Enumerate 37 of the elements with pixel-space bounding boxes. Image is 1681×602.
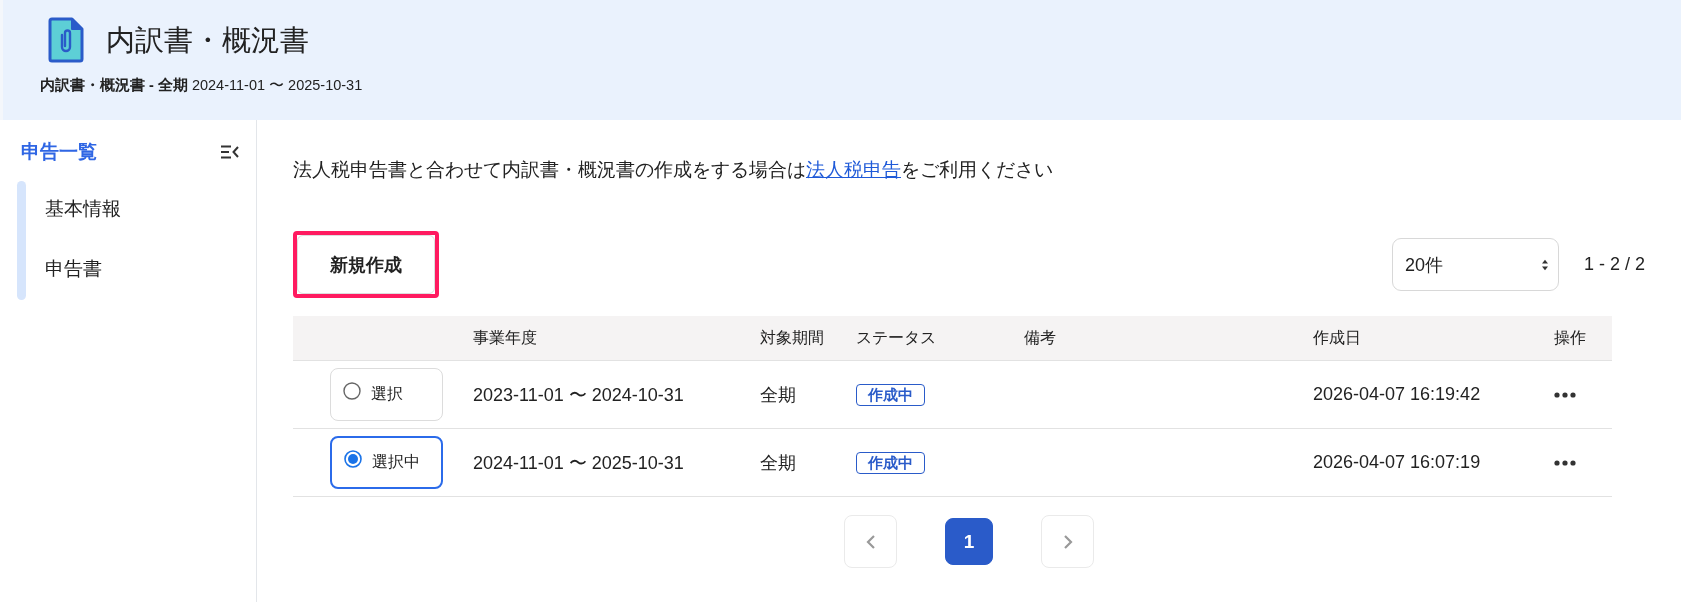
collapse-sidebar-button[interactable]	[220, 145, 240, 159]
status-badge: 作成中	[856, 451, 925, 474]
page-size-select[interactable]: 20件	[1391, 238, 1559, 291]
result-range: 1 - 2 / 2	[1583, 254, 1645, 275]
column-header: 作成日	[1312, 327, 1362, 348]
select-button[interactable]: 選択	[329, 368, 443, 421]
fiscal-year-cell-text: 2024-11-01 〜 2025-10-31	[473, 451, 684, 475]
column-header: 対象期間	[759, 327, 825, 348]
sidebar-title[interactable]: 申告一覧	[21, 139, 97, 165]
document-clip-icon	[48, 17, 84, 63]
select-button[interactable]: 選択中	[329, 436, 443, 489]
page-subtitle: 内訳書・概況書 - 全期 2024-11-01 〜 2025-10-31	[40, 76, 364, 94]
updown-arrows-icon	[1541, 258, 1548, 271]
more-icon	[1554, 459, 1576, 466]
fiscal-year-cell-text: 2023-11-01 〜 2024-10-31	[473, 383, 684, 407]
sidebar-item[interactable]: 基本情報	[45, 198, 121, 220]
chevron-right-icon	[1062, 533, 1073, 550]
period-cell-text: 全期	[760, 451, 796, 475]
status-badge: 作成中	[856, 383, 925, 406]
more-icon	[1554, 391, 1576, 398]
column-header: 備考	[1023, 327, 1057, 348]
period-cell-text: 全期	[760, 383, 796, 407]
column-header: 事業年度	[472, 327, 538, 348]
column-header: ステータス	[855, 327, 937, 348]
collapse-menu-icon	[220, 145, 240, 159]
notice-text: 法人税申告書と合わせて内訳書・概況書の作成をする場合は法人税申告をご利用ください	[293, 158, 1054, 182]
more-actions-button[interactable]	[1554, 391, 1576, 398]
chevron-left-icon	[865, 533, 876, 550]
created-date-cell: 2026-04-07 16:07:19	[1313, 452, 1481, 473]
created-date-cell: 2026-04-07 16:19:42	[1313, 384, 1481, 405]
sidebar-item[interactable]: 申告書	[45, 258, 121, 280]
page-button[interactable]: 1	[945, 518, 993, 565]
column-header: 操作	[1553, 327, 1587, 348]
new-create-button[interactable]: 新規作成	[297, 235, 435, 294]
page-title: 内訳書・概況書	[106, 23, 309, 58]
more-actions-button[interactable]	[1554, 459, 1576, 466]
corporate-tax-link[interactable]: 法人税申告	[806, 159, 901, 180]
